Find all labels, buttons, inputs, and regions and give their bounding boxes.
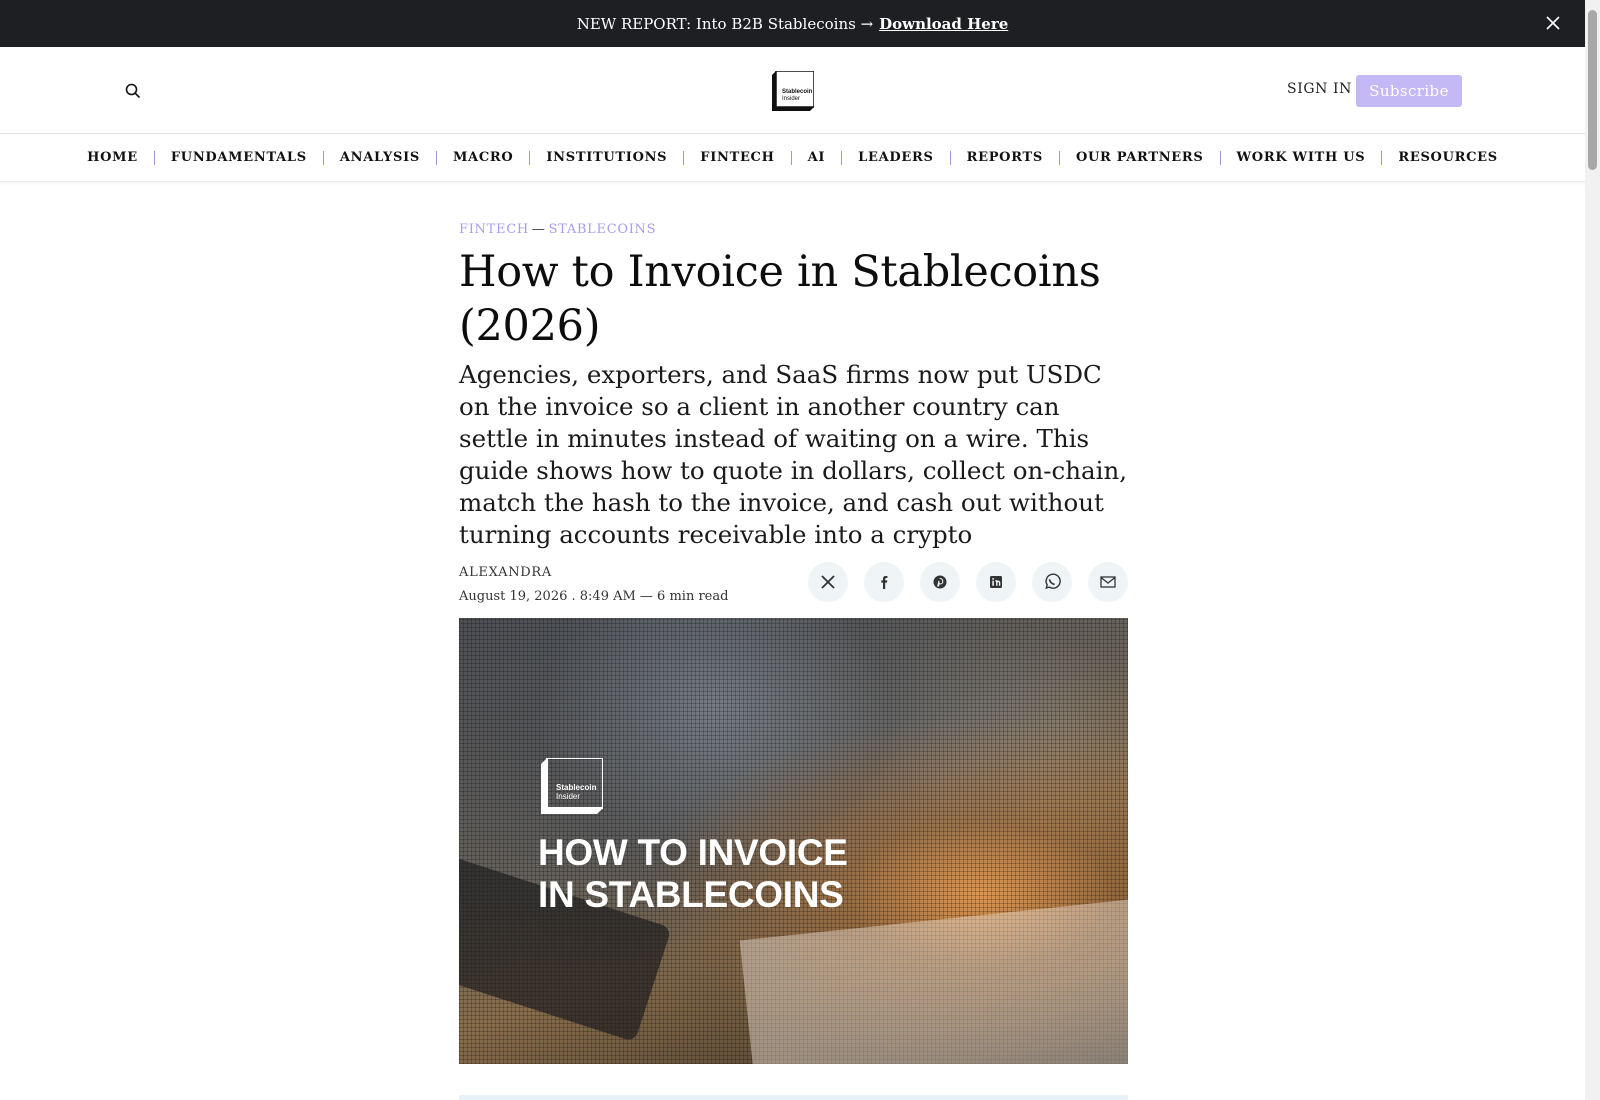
article-title: How to Invoice in Stablecoins (2026) bbox=[459, 247, 1101, 351]
share-whatsapp-button[interactable] bbox=[1032, 562, 1072, 602]
site-logo[interactable]: Stablecoin Insider bbox=[772, 71, 814, 111]
share-linkedin-button[interactable] bbox=[976, 562, 1016, 602]
nav-item-macro[interactable]: MACRO bbox=[435, 151, 529, 165]
nav-item-institutions[interactable]: INSTITUTIONS bbox=[529, 151, 683, 165]
logo-text-line1: Stablecoin bbox=[782, 89, 813, 95]
hero-title-line2: IN STABLECOINS bbox=[538, 874, 844, 915]
byline-row: ALEXANDRA August 19, 2026 . 8:49 AM — 6 … bbox=[459, 562, 1128, 621]
kicker-separator: — bbox=[531, 222, 546, 237]
hero-logo: Stablecoin Insider bbox=[541, 758, 603, 814]
article-header: FINTECH — STABLECOINS How to Invoice in St… bbox=[459, 222, 1128, 649]
x-icon bbox=[821, 575, 835, 589]
whatsapp-icon bbox=[1045, 573, 1061, 590]
article-dek: Agencies, exporters, and SaaS firms now … bbox=[459, 360, 1128, 549]
scrollbar-thumb[interactable] bbox=[1588, 10, 1597, 170]
next-section-edge bbox=[459, 1095, 1128, 1100]
hero-logo-line2: Insider bbox=[556, 792, 580, 801]
kicker-subcategory-link[interactable]: STABLECOINS bbox=[549, 222, 657, 237]
logo-text-line2: Insider bbox=[782, 96, 800, 102]
share-pinterest-button[interactable] bbox=[920, 562, 960, 602]
paper-shape bbox=[739, 896, 1128, 1064]
share-facebook-button[interactable] bbox=[864, 562, 904, 602]
nav-item-reports[interactable]: REPORTS bbox=[949, 151, 1059, 165]
facebook-icon bbox=[881, 576, 888, 589]
linkedin-icon bbox=[990, 576, 1002, 588]
site-header: Stablecoin Insider SIGN IN Subscribe bbox=[0, 47, 1585, 134]
share-buttons bbox=[808, 562, 1128, 602]
pinterest-icon bbox=[933, 575, 947, 589]
nav-item-home[interactable]: HOME bbox=[71, 151, 154, 165]
page-scrollbar[interactable] bbox=[1585, 0, 1600, 1100]
nav-item-resources[interactable]: RESOURCES bbox=[1381, 151, 1514, 165]
nav-item-analysis[interactable]: ANALYSIS bbox=[322, 151, 436, 165]
nav-item-work-with-us[interactable]: WORK WITH US bbox=[1219, 151, 1382, 165]
share-x-button[interactable] bbox=[808, 562, 848, 602]
nav-item-leaders[interactable]: LEADERS bbox=[841, 151, 949, 165]
sign-in-link[interactable]: SIGN IN bbox=[1287, 81, 1352, 97]
close-icon[interactable] bbox=[1543, 13, 1563, 33]
announcement-bar: NEW REPORT: Into B2B Stablecoins → Downl… bbox=[0, 0, 1585, 47]
kicker-category-link[interactable]: FINTECH bbox=[459, 222, 529, 237]
main-nav: HOME FUNDAMENTALS ANALYSIS MACRO INSTITU… bbox=[0, 135, 1585, 182]
download-link[interactable]: Download Here bbox=[879, 15, 1008, 33]
hero-logo-line1: Stablecoin bbox=[556, 783, 597, 792]
share-email-button[interactable] bbox=[1088, 562, 1128, 602]
nav-item-fintech[interactable]: FINTECH bbox=[683, 151, 790, 165]
search-icon[interactable] bbox=[124, 82, 142, 100]
email-icon bbox=[1100, 576, 1116, 588]
hero-image: Stablecoin Insider HOW TO INVOICE IN STA… bbox=[459, 618, 1128, 1064]
subscribe-button[interactable]: Subscribe bbox=[1356, 75, 1462, 107]
nav-item-fundamentals[interactable]: FUNDAMENTALS bbox=[153, 151, 323, 165]
nav-item-our-partners[interactable]: OUR PARTNERS bbox=[1058, 151, 1220, 165]
article-kicker: FINTECH — STABLECOINS bbox=[459, 222, 1128, 237]
hero-title-line1: HOW TO INVOICE bbox=[538, 832, 848, 873]
hero-title: HOW TO INVOICE IN STABLECOINS bbox=[538, 832, 848, 916]
nav-item-ai[interactable]: AI bbox=[790, 151, 842, 165]
announcement-text: NEW REPORT: Into B2B Stablecoins → bbox=[576, 14, 874, 33]
